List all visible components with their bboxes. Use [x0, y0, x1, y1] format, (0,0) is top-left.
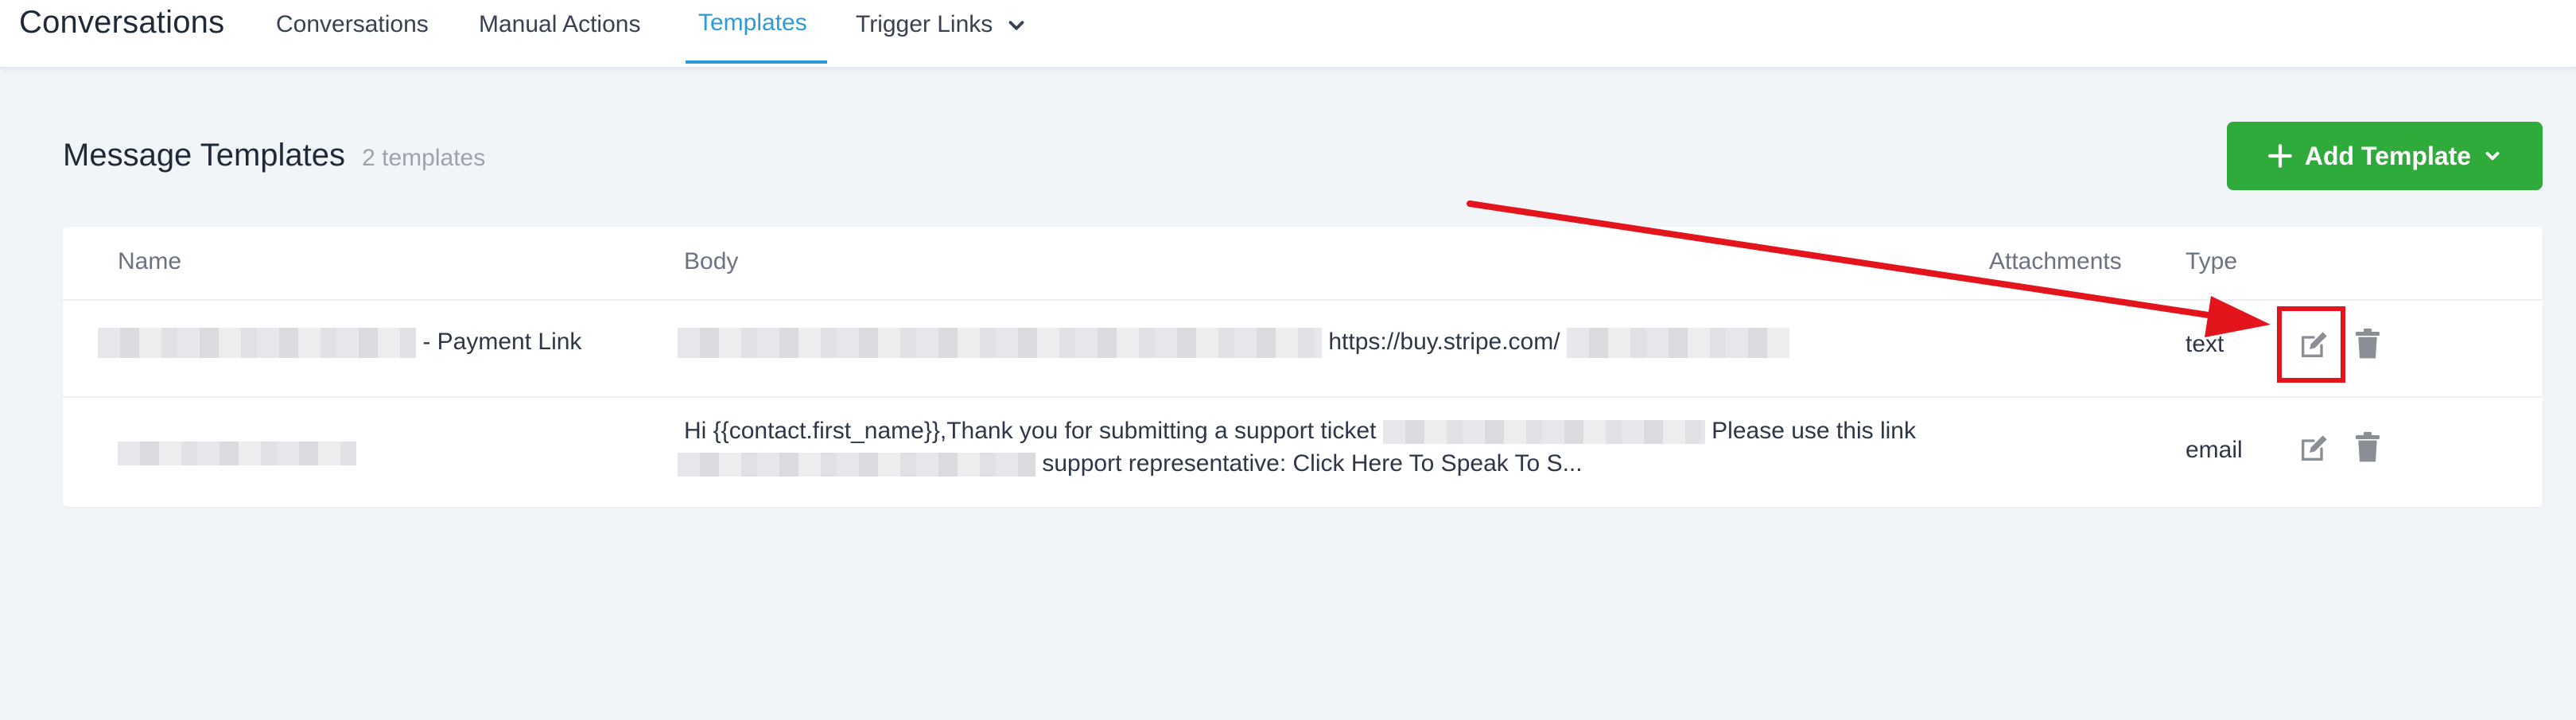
template-body-text: Hi {{contact.first_name}},Thank you for … [684, 418, 1377, 444]
app-title: Conversations [19, 5, 225, 40]
add-template-button[interactable]: Add Template [2227, 122, 2543, 190]
chevron-down-icon [2485, 151, 2500, 161]
plus-icon [2268, 144, 2292, 168]
template-body-text-end: Please use this link [1712, 418, 1916, 444]
delete-template-button[interactable] [2350, 326, 2385, 361]
delete-template-button[interactable] [2350, 430, 2385, 465]
template-body-link: https://buy.stripe.com/ [1328, 328, 1560, 355]
column-header-name: Name [118, 248, 182, 274]
page-title: Message Templates 2 templates [63, 138, 485, 173]
template-body-text-2: support representative: Click Here To Sp… [1042, 450, 1583, 477]
trash-icon [2356, 431, 2380, 462]
edit-template-button[interactable] [2296, 431, 2331, 466]
column-header-attachments: Attachments [1989, 248, 2122, 274]
row-divider [63, 396, 2543, 398]
redacted-name [118, 442, 356, 466]
redacted-body [1382, 420, 1705, 445]
template-type: email [2186, 437, 2243, 463]
annotation-highlight-box [2277, 306, 2345, 383]
redacted-name [98, 328, 416, 358]
template-name-suffix: - Payment Link [422, 328, 582, 355]
active-tab-indicator [686, 60, 827, 64]
column-header-type: Type [2186, 248, 2238, 274]
templates-table: Name Body Attachments Type - Payment Lin… [63, 227, 2543, 507]
trash-icon [2356, 328, 2380, 359]
tab-trigger-links[interactable]: Trigger Links [856, 11, 1028, 38]
template-name [118, 439, 356, 466]
page-title-text: Message Templates [63, 138, 345, 173]
template-count: 2 templates [362, 145, 486, 171]
redacted-body [678, 328, 1322, 358]
chevron-down-icon [1008, 21, 1024, 30]
tab-trigger-links-label: Trigger Links [856, 11, 993, 37]
column-header-body: Body [684, 248, 739, 274]
tab-manual-actions[interactable]: Manual Actions [479, 11, 640, 38]
top-navigation: Conversations Conversations Manual Actio… [0, 0, 2576, 68]
edit-icon [2302, 435, 2327, 461]
template-body: https://buy.stripe.com/ [678, 328, 1789, 358]
tab-templates[interactable]: Templates [698, 10, 807, 37]
tab-conversations[interactable]: Conversations [276, 11, 429, 38]
redacted-link-path [1566, 328, 1789, 358]
template-body-line-1: Hi {{contact.first_name}},Thank you for … [684, 418, 1916, 445]
template-name: - Payment Link [98, 328, 581, 358]
add-template-label: Add Template [2304, 141, 2472, 170]
header-divider [63, 299, 2543, 301]
template-body-line-2: support representative: Click Here To Sp… [678, 450, 1583, 477]
template-type: text [2186, 331, 2224, 357]
redacted-body [678, 453, 1035, 477]
